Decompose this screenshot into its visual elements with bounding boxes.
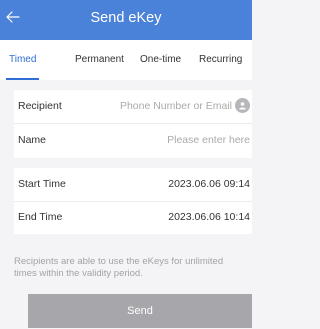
send-button[interactable]: Send <box>28 294 252 328</box>
validity-note: Recipients are able to use the eKeys for… <box>14 256 224 279</box>
start-time-label: Start Time <box>18 178 66 190</box>
recipient-input[interactable]: Phone Number or Email <box>120 100 232 112</box>
name-label: Name <box>18 134 47 146</box>
tab-recurring[interactable]: Recurring <box>199 40 242 80</box>
contact-person-icon[interactable] <box>235 98 250 113</box>
time-card: Start Time 2023.06.06 09:14 End Time 202… <box>14 168 252 234</box>
tab-timed[interactable]: Timed <box>5 40 40 80</box>
name-row[interactable]: Name Please enter here <box>14 124 252 158</box>
name-input[interactable]: Please enter here <box>167 134 250 146</box>
form-panel: Recipient Phone Number or Email Name Ple… <box>0 80 252 329</box>
start-time-row[interactable]: Start Time 2023.06.06 09:14 <box>14 168 252 202</box>
recipient-label: Recipient <box>18 100 62 112</box>
tab-permanent[interactable]: Permanent <box>75 40 124 80</box>
app-header: Send eKey <box>0 0 252 40</box>
end-time-value[interactable]: 2023.06.06 10:14 <box>168 211 250 223</box>
end-time-label: End Time <box>18 211 63 223</box>
end-time-row[interactable]: End Time 2023.06.06 10:14 <box>14 201 252 235</box>
start-time-value[interactable]: 2023.06.06 09:14 <box>168 178 250 190</box>
ekey-type-tabs: Timed Permanent One-time Recurring <box>0 40 252 80</box>
page-title: Send eKey <box>90 10 162 26</box>
recipient-row[interactable]: Recipient Phone Number or Email <box>14 90 252 124</box>
tab-one-time[interactable]: One-time <box>140 40 181 80</box>
recipient-card: Recipient Phone Number or Email Name Ple… <box>14 90 252 158</box>
